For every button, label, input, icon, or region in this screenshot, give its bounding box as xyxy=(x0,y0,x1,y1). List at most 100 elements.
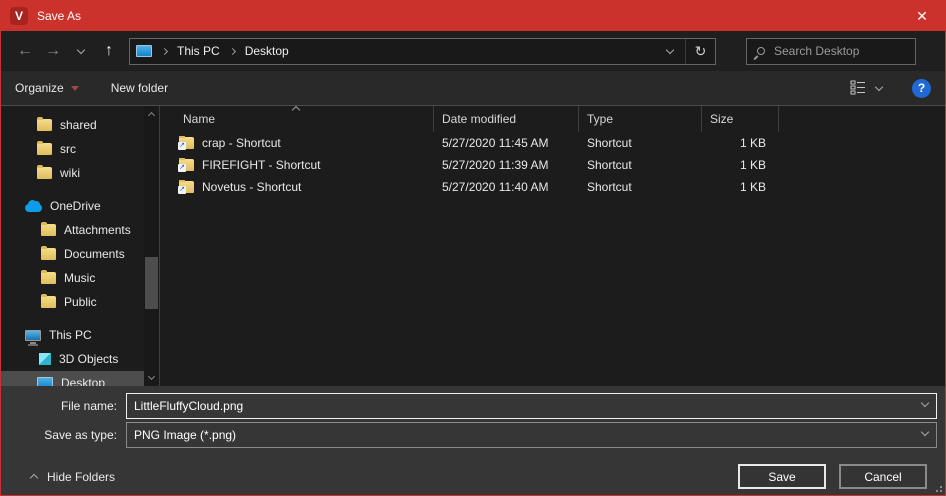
navigation-bar: ← → ↑ This PC Desktop ↻ xyxy=(1,31,945,71)
details-view-icon[interactable] xyxy=(850,79,866,98)
up-button[interactable]: ↑ xyxy=(95,37,123,65)
close-button[interactable]: ✕ xyxy=(899,1,945,31)
sidebar-item-icon xyxy=(39,353,51,365)
file-size: 1 KB xyxy=(702,180,779,194)
hide-folders-button[interactable]: Hide Folders xyxy=(31,470,115,484)
new-folder-label: New folder xyxy=(111,81,168,95)
save-as-type-value: PNG Image (*.png) xyxy=(134,428,236,442)
save-button[interactable]: Save xyxy=(738,464,826,489)
file-type: Shortcut xyxy=(579,180,702,194)
forward-button[interactable]: → xyxy=(39,37,67,65)
file-date-modified: 5/27/2020 11:45 AM xyxy=(434,136,579,150)
footer: File name: Save as type: PNG Image (*.pn… xyxy=(1,386,945,495)
file-name-label: File name: xyxy=(1,399,126,413)
address-dropdown-button[interactable] xyxy=(655,39,685,64)
file-name: Novetus - Shortcut xyxy=(202,180,301,194)
organize-button[interactable]: Organize xyxy=(15,81,79,95)
main-area: shared src wiki OneDrive xyxy=(1,105,945,386)
column-headers: Name Date modified Type Size xyxy=(160,106,945,132)
file-name: crap - Shortcut xyxy=(202,136,281,150)
sidebar-item[interactable]: shared xyxy=(1,113,144,137)
sidebar-item[interactable]: 3D Objects xyxy=(1,347,144,371)
back-button[interactable]: ← xyxy=(11,37,39,65)
file-row[interactable]: Novetus - Shortcut 5/27/2020 11:40 AM Sh… xyxy=(160,176,945,198)
cancel-button[interactable]: Cancel xyxy=(839,464,927,489)
shortcut-folder-icon xyxy=(179,181,194,193)
sidebar-item-icon xyxy=(37,167,52,179)
sidebar-item-label: wiki xyxy=(60,166,80,180)
save-as-type-select[interactable]: PNG Image (*.png) xyxy=(126,422,937,448)
search-input[interactable] xyxy=(774,44,905,58)
file-list: Name Date modified Type Size crap - Shor… xyxy=(159,106,945,386)
sort-ascending-icon xyxy=(291,106,299,114)
chevron-up-icon xyxy=(30,474,38,482)
sidebar-item-label: Desktop xyxy=(61,376,105,386)
sidebar-item[interactable]: Attachments xyxy=(1,218,144,242)
column-header-date-modified[interactable]: Date modified xyxy=(434,106,579,132)
search-icon xyxy=(757,47,765,55)
sidebar-item[interactable]: Documents xyxy=(1,242,144,266)
column-header-filler xyxy=(779,106,945,132)
help-button[interactable]: ? xyxy=(912,79,931,98)
column-header-size[interactable]: Size xyxy=(702,106,779,132)
file-row[interactable]: FIREFIGHT - Shortcut 5/27/2020 11:39 AM … xyxy=(160,154,945,176)
file-date-modified: 5/27/2020 11:39 AM xyxy=(434,158,579,172)
column-header-type[interactable]: Type xyxy=(579,106,702,132)
recent-locations-button[interactable] xyxy=(67,37,95,65)
sidebar-item-label: Documents xyxy=(64,247,125,261)
sidebar-item[interactable]: wiki xyxy=(1,161,144,185)
save-as-type-label: Save as type: xyxy=(1,428,126,442)
file-row[interactable]: crap - Shortcut 5/27/2020 11:45 AM Short… xyxy=(160,132,945,154)
column-header-label: Type xyxy=(587,112,613,126)
sidebar-item-label: 3D Objects xyxy=(59,352,118,366)
search-box[interactable] xyxy=(746,38,916,65)
sidebar-item-label: src xyxy=(60,142,76,156)
file-date-modified: 5/27/2020 11:40 AM xyxy=(434,180,579,194)
file-type: Shortcut xyxy=(579,158,702,172)
view-options-caret-icon[interactable] xyxy=(875,82,883,90)
titlebar: V Save As ✕ xyxy=(1,1,945,31)
organize-label: Organize xyxy=(15,81,64,95)
sidebar-item-label: OneDrive xyxy=(50,199,101,213)
save-as-dialog: V Save As ✕ ← → ↑ This PC Desktop ↻ Orga… xyxy=(0,0,946,496)
column-header-name[interactable]: Name xyxy=(160,106,434,132)
sidebar-item[interactable]: Desktop xyxy=(1,371,144,386)
app-icon: V xyxy=(10,7,28,25)
sidebar-item-label: Attachments xyxy=(64,223,131,237)
sidebar-item-label: This PC xyxy=(49,328,92,342)
window-title: Save As xyxy=(37,9,81,23)
breadcrumb-desktop[interactable]: Desktop xyxy=(235,44,299,58)
scroll-down-icon[interactable] xyxy=(144,370,159,386)
file-size: 1 KB xyxy=(702,136,779,150)
folder-tree-sidebar: shared src wiki OneDrive xyxy=(1,106,159,386)
sidebar-item-icon xyxy=(25,204,42,212)
sidebar-item-icon xyxy=(41,248,56,260)
this-pc-icon xyxy=(136,45,152,57)
sidebar-scrollbar[interactable] xyxy=(144,106,159,386)
file-name: FIREFIGHT - Shortcut xyxy=(202,158,320,172)
new-folder-button[interactable]: New folder xyxy=(111,81,168,95)
sidebar-item[interactable]: This PC xyxy=(1,323,144,347)
file-size: 1 KB xyxy=(702,158,779,172)
sidebar-item-icon xyxy=(37,377,53,386)
scroll-up-icon[interactable] xyxy=(144,106,159,122)
hide-folders-label: Hide Folders xyxy=(47,470,115,484)
address-bar[interactable]: This PC Desktop ↻ xyxy=(129,38,716,65)
sidebar-item[interactable]: Music xyxy=(1,266,144,290)
scrollbar-thumb[interactable] xyxy=(145,257,158,309)
shortcut-folder-icon xyxy=(179,159,194,171)
chevron-down-icon xyxy=(666,45,674,53)
sidebar-item-label: shared xyxy=(60,118,97,132)
refresh-button[interactable]: ↻ xyxy=(685,39,715,64)
sidebar-item-icon xyxy=(41,296,56,308)
resize-grip[interactable] xyxy=(934,484,942,492)
sidebar-item[interactable]: OneDrive xyxy=(1,194,144,218)
column-header-label: Date modified xyxy=(442,112,516,126)
sidebar-item[interactable]: Public xyxy=(1,290,144,314)
command-toolbar: Organize New folder ? xyxy=(1,71,945,105)
sidebar-item-icon xyxy=(37,119,52,131)
file-name-input[interactable] xyxy=(126,393,937,419)
breadcrumb-this-pc[interactable]: This PC xyxy=(167,44,230,58)
sidebar-item-icon xyxy=(37,143,52,155)
sidebar-item[interactable]: src xyxy=(1,137,144,161)
